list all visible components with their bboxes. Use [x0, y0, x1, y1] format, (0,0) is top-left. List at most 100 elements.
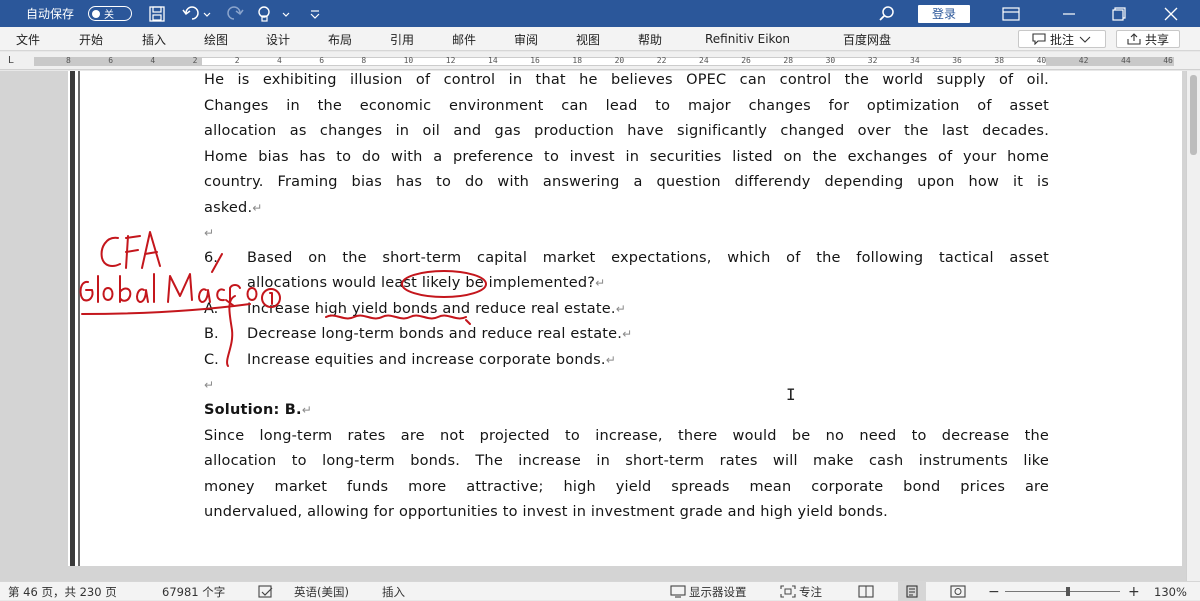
tab-view[interactable]: 视图: [576, 27, 600, 51]
text-line: He is exhibiting illusion of control in …: [204, 72, 1049, 88]
ruler-number: 30: [825, 56, 836, 65]
ruler-number: 34: [910, 56, 920, 65]
vertical-scrollbar[interactable]: [1186, 71, 1200, 581]
display-settings-label: 显示器设置: [689, 584, 747, 599]
language-indicator[interactable]: 英语(美国): [294, 582, 349, 601]
ruler-number: 18: [572, 56, 583, 65]
page-edge-line: [78, 71, 80, 566]
zoom-in-icon[interactable]: +: [1128, 582, 1140, 601]
ruler-number: 38: [994, 56, 1005, 65]
tab-help[interactable]: 帮助: [638, 27, 662, 51]
ruler-number: 8: [361, 56, 367, 65]
status-bar: 第 46 页，共 230 页 67981 个字 英语(美国) 插入 显示器设置 …: [0, 581, 1200, 601]
question-line-2: allocations would least likely be implem…: [247, 275, 606, 291]
tab-refinitiv-eikon[interactable]: Refinitiv Eikon: [705, 27, 790, 51]
comment-icon: [1032, 33, 1046, 45]
option-a-text: Increase high yield bonds and reduce rea…: [247, 301, 626, 317]
comment-button[interactable]: 批注: [1018, 30, 1106, 48]
ruler-number: 36: [952, 56, 962, 65]
format-painter-icon[interactable]: [256, 0, 296, 27]
tab-baidu-netdisk[interactable]: 百度网盘: [843, 27, 891, 51]
zoom-slider-thumb[interactable]: [1066, 587, 1070, 596]
option-b-letter: B.: [204, 326, 219, 342]
text-line: Home bias has to do with a preference to…: [204, 149, 1049, 165]
share-icon: [1127, 33, 1141, 45]
focus-icon: [780, 585, 796, 598]
ruler-number: 2: [192, 56, 198, 65]
insert-mode[interactable]: 插入: [382, 582, 405, 601]
ruler-number: 20: [614, 56, 625, 65]
title-bar: 自动保存 关 登录: [0, 0, 1200, 27]
tab-layout[interactable]: 布局: [328, 27, 352, 51]
scrollbar-thumb[interactable]: [1190, 75, 1197, 155]
customize-toolbar-icon[interactable]: [308, 0, 322, 27]
ruler-number: 12: [445, 56, 456, 65]
option-a-letter: A.: [204, 301, 219, 317]
ruler-number: 42: [1078, 56, 1089, 65]
text-line: allocation as changes in oil and gas pro…: [204, 123, 1049, 139]
right-margin-area: [1046, 57, 1174, 66]
ribbon-display-options-icon[interactable]: [1002, 0, 1020, 27]
ruler-number: 16: [530, 56, 540, 65]
read-mode-icon[interactable]: [858, 582, 874, 601]
close-icon[interactable]: [1164, 0, 1178, 27]
question-line-1: Based on the short-term capital market e…: [247, 250, 1049, 266]
autosave-toggle[interactable]: 关: [88, 6, 132, 21]
empty-paragraph-mark: ↵: [204, 378, 215, 392]
ruler-number: 44: [1121, 56, 1131, 65]
tab-review[interactable]: 审阅: [514, 27, 538, 51]
tab-mailings[interactable]: 邮件: [452, 27, 476, 51]
option-c-letter: C.: [204, 352, 219, 368]
ruler-number: 6: [319, 56, 325, 65]
page-count[interactable]: 第 46 页，共 230 页: [8, 582, 117, 601]
solution-line: undervalued, allowing for opportunities …: [204, 504, 888, 520]
question-number: 6.: [204, 250, 218, 266]
redo-icon[interactable]: [226, 0, 244, 27]
tab-draw[interactable]: 绘图: [204, 27, 228, 51]
text-cursor-icon: I: [786, 385, 796, 404]
tab-references[interactable]: 引用: [390, 27, 414, 51]
autosave-state: 关: [104, 10, 114, 21]
ruler-number: 22: [656, 56, 667, 65]
autosave-label: 自动保存: [26, 7, 75, 21]
share-button[interactable]: 共享: [1116, 30, 1180, 48]
ruler-number: 6: [108, 56, 114, 65]
restore-icon[interactable]: [1112, 0, 1126, 27]
empty-paragraph-mark: ↵: [204, 226, 215, 240]
horizontal-ruler[interactable]: L 8 6 4 2 2 4 6 8 10 12 14 16 18 20 22 24 26 28 30 32 34 36 38…: [0, 52, 1200, 70]
toggle-knob-icon: [92, 9, 100, 18]
login-button[interactable]: 登录: [918, 4, 970, 23]
tab-design[interactable]: 设计: [266, 27, 290, 51]
print-layout-icon[interactable]: [898, 582, 926, 601]
ruler-number: 14: [488, 56, 498, 65]
ruler-number: 2: [234, 56, 240, 65]
solution-line: Since long-term rates are not projected …: [204, 428, 1049, 444]
ruler-number: 10: [403, 56, 414, 65]
focus-button[interactable]: 专注: [780, 582, 822, 601]
ruler-number: 40: [1036, 56, 1047, 65]
left-margin-area: [34, 57, 202, 66]
tab-file[interactable]: 文件: [16, 27, 40, 51]
text-line: Changes in the economic environment can …: [204, 98, 1049, 114]
tab-selector[interactable]: L: [8, 55, 14, 66]
zoom-level[interactable]: 130%: [1154, 582, 1187, 601]
monitor-icon: [670, 585, 686, 598]
minimize-icon[interactable]: [1062, 0, 1076, 27]
web-layout-icon[interactable]: [950, 582, 966, 601]
ruler-number: 28: [783, 56, 794, 65]
tab-home[interactable]: 开始: [79, 27, 103, 51]
share-label: 共享: [1144, 32, 1169, 47]
word-count[interactable]: 67981 个字: [162, 582, 225, 601]
zoom-out-icon[interactable]: −: [988, 582, 1000, 601]
zoom-slider[interactable]: [1005, 591, 1120, 592]
save-icon[interactable]: [148, 0, 166, 27]
ribbon-tabs: 文件 开始 插入 绘图 设计 布局 引用 邮件 审阅 视图 帮助 Refinit…: [0, 27, 1200, 51]
option-b-text: Decrease long-term bonds and reduce real…: [247, 326, 633, 342]
text-line-last: asked.↵: [204, 200, 263, 216]
undo-icon[interactable]: [182, 0, 212, 27]
page-edge: [70, 71, 75, 566]
proofing-icon[interactable]: [258, 582, 274, 601]
display-settings-button[interactable]: 显示器设置: [670, 582, 747, 601]
search-icon[interactable]: [878, 0, 896, 27]
tab-insert[interactable]: 插入: [142, 27, 166, 51]
